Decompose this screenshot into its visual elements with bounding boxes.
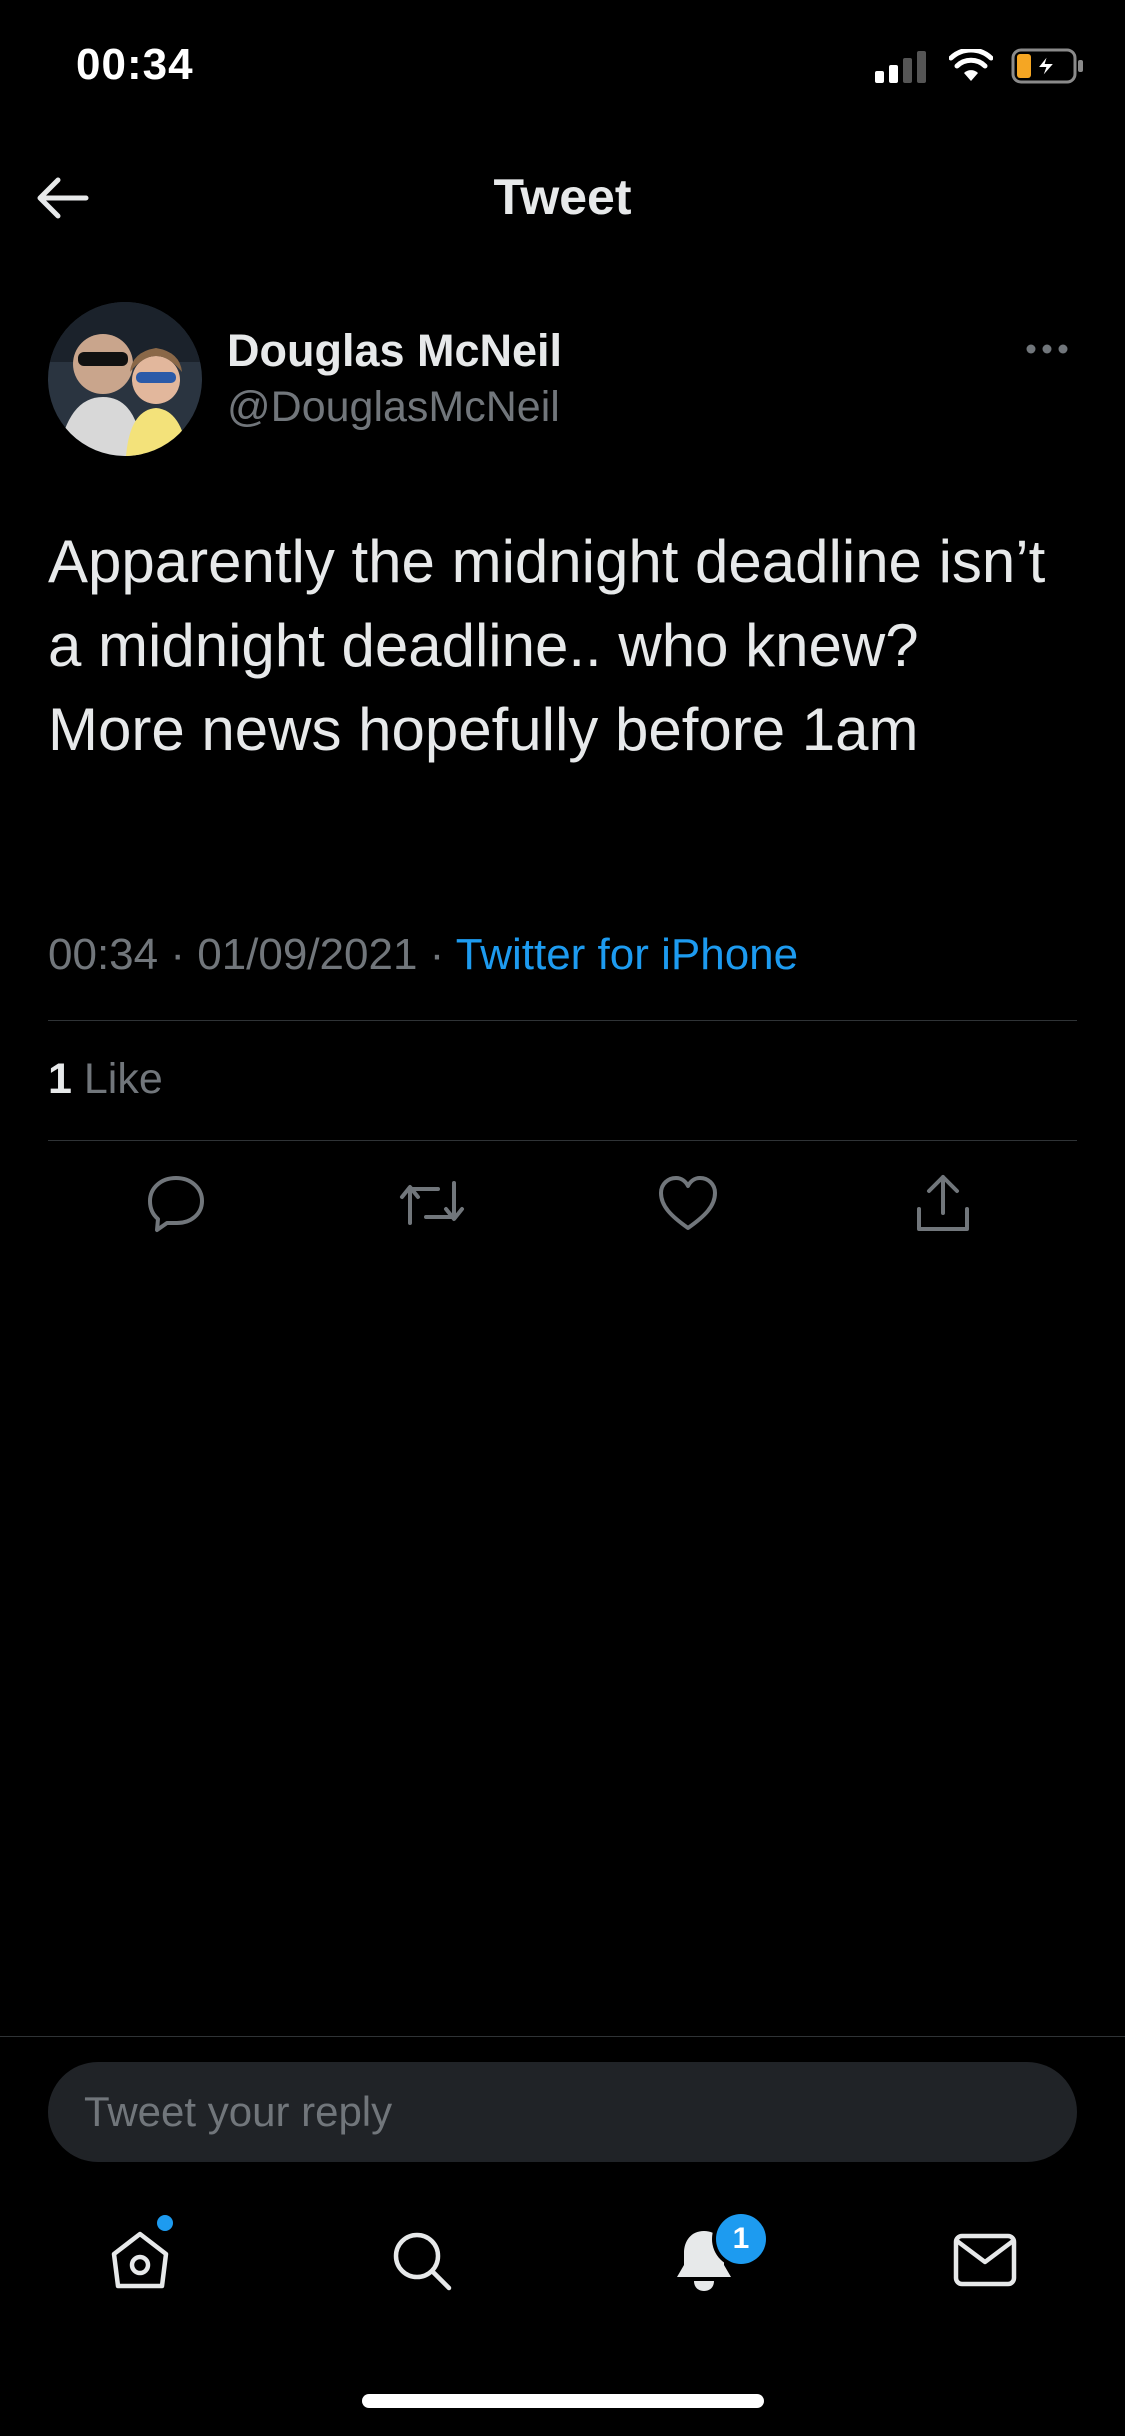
retweet-icon (398, 1175, 466, 1236)
reply-bar-divider (0, 2036, 1125, 2037)
likes-summary[interactable]: 1 Like (48, 1055, 163, 1104)
home-indicator[interactable] (362, 2394, 764, 2408)
cellular-signal-icon (875, 49, 931, 88)
author-handle[interactable]: @DouglasMcNeil (227, 383, 560, 432)
share-button[interactable] (908, 1170, 978, 1240)
reply-icon (145, 1172, 207, 1239)
tab-messages[interactable] (945, 2222, 1025, 2302)
home-icon (108, 2228, 172, 2297)
divider (48, 1140, 1077, 1141)
tab-home[interactable] (100, 2222, 180, 2302)
tweet-time: 00:34 (48, 930, 159, 979)
share-icon (913, 1171, 973, 1240)
more-horizontal-icon (1025, 342, 1069, 360)
meta-separator: · (417, 930, 456, 979)
likes-count: 1 (48, 1055, 72, 1103)
tab-search[interactable] (381, 2222, 461, 2302)
battery-charging-icon (1011, 48, 1085, 89)
messages-icon (952, 2232, 1018, 2293)
tweet-actions (48, 1160, 1077, 1250)
tweet-text: Apparently the midnight deadline isn’t a… (48, 528, 1046, 763)
meta-separator: · (158, 930, 198, 979)
divider (48, 1020, 1077, 1021)
avatar[interactable] (48, 302, 202, 456)
status-icons (875, 47, 1085, 89)
like-button[interactable] (653, 1170, 723, 1240)
tweet-date: 01/09/2021 (197, 930, 418, 979)
page-title: Tweet (493, 169, 632, 225)
wifi-icon (948, 47, 994, 88)
more-options-button[interactable] (1017, 326, 1077, 376)
retweet-button[interactable] (397, 1170, 467, 1240)
status-time: 00:34 (76, 40, 194, 89)
like-icon (657, 1174, 719, 1237)
notifications-badge: 1 (716, 2214, 766, 2264)
likes-label: Like (71, 1055, 163, 1103)
reply-button[interactable] (141, 1170, 211, 1240)
tweet-source-link[interactable]: Twitter for iPhone (456, 930, 798, 979)
search-icon (389, 2228, 453, 2297)
home-new-indicator (157, 2215, 173, 2231)
reply-input[interactable] (48, 2062, 1077, 2162)
author-name[interactable]: Douglas McNeil (227, 325, 562, 377)
tweet-meta: 00:34 · 01/09/2021 · Twitter for iPhone (48, 930, 798, 980)
